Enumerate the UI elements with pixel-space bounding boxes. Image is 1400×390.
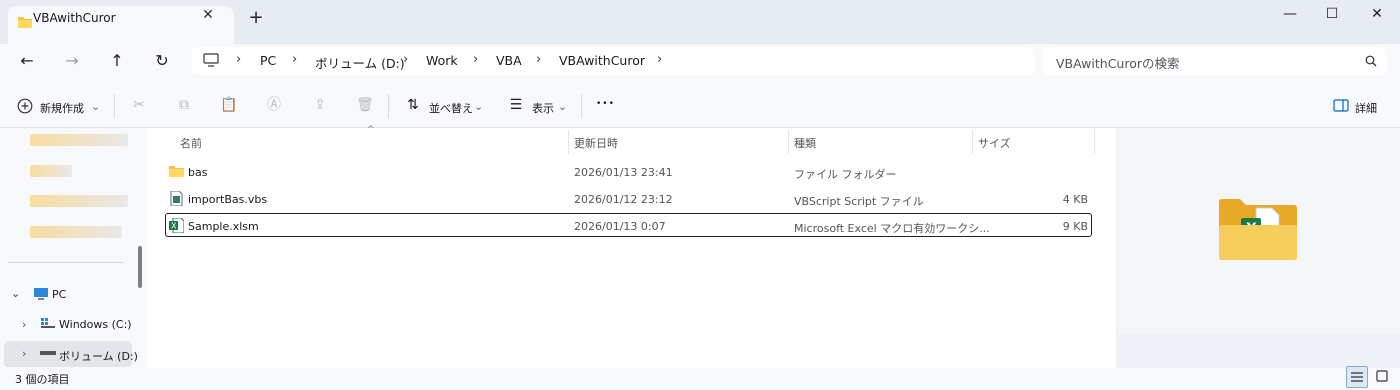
column-divider[interactable] [788,130,789,154]
file-size: 4 KB [1062,193,1088,206]
column-divider[interactable] [972,130,973,154]
monitor-icon [34,288,48,300]
column-header-date[interactable]: 更新日時 [574,135,618,151]
list-view-icon [1351,372,1363,382]
maximize-button[interactable]: ☐ [1317,4,1347,24]
close-window-button[interactable]: ✕ [1362,4,1392,24]
details-pane-icon [1333,99,1349,112]
file-size: 9 KB [1062,220,1088,233]
back-button[interactable]: ← [13,50,41,72]
drive-icon [40,351,56,355]
column-header-name[interactable]: 名前 [180,135,202,151]
sidebar-item-windows-c[interactable]: Windows (C:) [59,318,132,331]
file-name: Sample.xlsm [188,220,259,233]
chevron-right-icon[interactable]: › [22,318,26,331]
blurred-nav-item[interactable] [30,226,122,238]
sidebar-item-pc[interactable]: PC [52,288,66,301]
divider [8,262,124,263]
folder-icon [169,166,184,177]
forward-button[interactable]: → [58,50,86,72]
sidebar-scrollbar[interactable] [138,246,142,288]
item-count: 3 個の項目 [15,373,70,386]
vbscript-file-icon [170,191,183,206]
divider [114,94,115,118]
more-options-button[interactable]: ••• [596,99,615,109]
chevron-down-icon: ⌄ [91,100,101,113]
up-button[interactable]: ↑ [103,50,131,72]
new-button[interactable]: 新規作成 [40,100,84,116]
minimize-button[interactable]: — [1275,4,1305,24]
new-icon [17,98,33,114]
folder-icon [18,17,32,28]
file-type: VBScript Script ファイル [794,195,924,208]
rename-icon[interactable]: Ⓐ [265,96,283,114]
refresh-button[interactable]: ↻ [148,50,176,72]
divider [581,94,582,118]
column-header-type[interactable]: 種類 [794,135,816,151]
breadcrumb-separator: › [236,52,242,67]
share-icon[interactable]: ⇪ [311,96,329,114]
column-divider[interactable] [1094,130,1095,154]
sidebar-item-volume-d[interactable]: ボリューム (D:) [59,348,138,364]
cut-icon[interactable]: ✂ [130,96,148,114]
view-button[interactable]: 表示 [532,100,554,116]
breadcrumb-separator: › [536,52,542,67]
file-date: 2026/01/12 23:12 [574,193,673,206]
excel-file-icon: X [169,218,184,233]
search-input[interactable]: VBAwithCurorの検索 [1056,53,1180,72]
file-date: 2026/01/13 23:41 [574,166,673,179]
tab-title: VBAwithCuror [33,11,116,25]
file-type: Microsoft Excel マクロ有効ワークシ... [794,222,990,235]
windows-drive-icon [41,318,55,328]
breadcrumb-vba[interactable]: VBA [496,53,522,68]
chevron-down-icon: ⌄ [558,100,568,113]
file-name: importBas.vbs [188,193,268,206]
column-header-size[interactable]: サイズ [978,135,1011,151]
paste-icon[interactable]: 📋 [220,96,238,114]
breadcrumb-separator: › [473,52,479,67]
view-icon: ☰ [509,97,523,113]
column-divider[interactable] [568,130,569,154]
sort-button[interactable]: 並べ替え [429,100,473,116]
tab-close-button[interactable]: ✕ [200,7,216,23]
breadcrumb-separator: › [403,52,409,67]
new-tab-button[interactable]: + [246,8,266,28]
breadcrumb-separator: › [657,52,663,67]
monitor-icon [203,53,219,67]
command-bar [0,84,1400,128]
folder-with-excel-icon: X [1219,199,1297,260]
delete-icon[interactable]: 🗑 [356,96,374,114]
navigation-pane [0,128,146,368]
breadcrumb-separator: › [292,52,298,67]
sort-ascending-icon: ^ [367,125,375,135]
status-bar [0,368,1400,390]
blurred-nav-item[interactable] [30,165,72,177]
details-button[interactable]: 詳細 [1355,100,1377,116]
copy-icon[interactable]: ⧉ [175,96,193,114]
sort-icon: ⇅ [407,97,419,113]
svg-text:X: X [171,222,177,231]
file-type: ファイル フォルダー [794,168,897,181]
chevron-down-icon[interactable]: ⌄ [11,287,20,300]
chevron-down-icon: ⌄ [474,100,484,113]
divider [388,94,389,118]
breadcrumb-pc[interactable]: PC [260,53,276,68]
breadcrumb-volume-d[interactable]: ボリューム (D:) [315,53,405,72]
breadcrumb-vbawithcuror[interactable]: VBAwithCuror [559,53,645,68]
search-icon [1365,55,1377,67]
thumbnail-view-icon[interactable] [1376,370,1388,382]
blurred-nav-item[interactable] [30,134,128,146]
file-date: 2026/01/13 0:07 [574,220,666,233]
breadcrumb-work[interactable]: Work [426,53,458,68]
file-name: bas [188,166,208,179]
blurred-nav-item[interactable] [30,195,128,207]
chevron-right-icon[interactable]: › [22,347,26,360]
